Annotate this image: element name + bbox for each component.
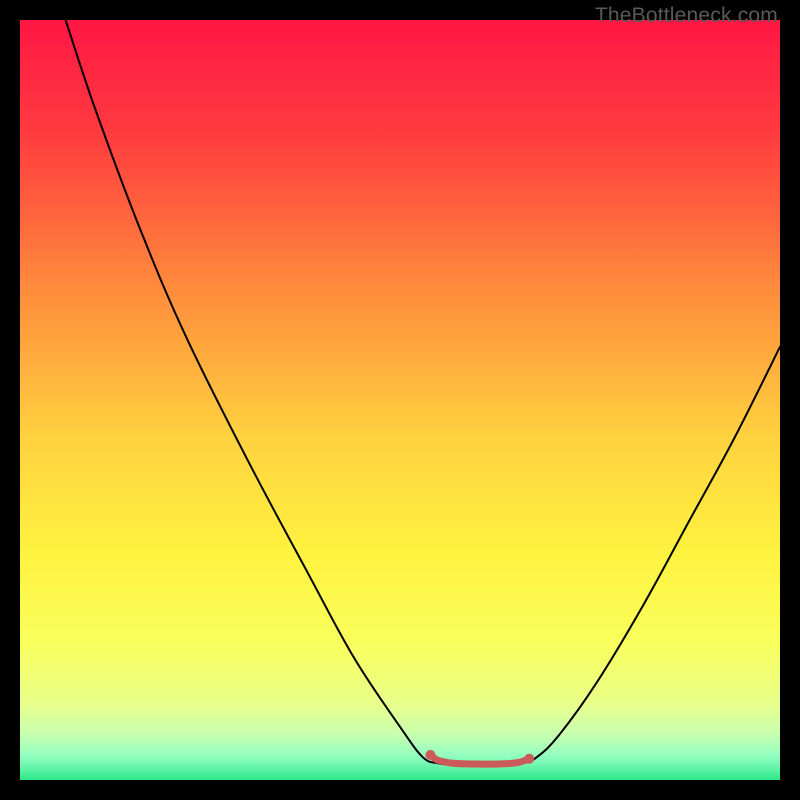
trough-marker-endpoint: [425, 750, 435, 760]
bottleneck-chart: [20, 20, 780, 780]
trough-marker-endpoint: [524, 754, 534, 764]
chart-frame: TheBottleneck.com: [0, 0, 800, 800]
gradient-background: [20, 20, 780, 780]
plot-area: [20, 20, 780, 780]
watermark-text: TheBottleneck.com: [595, 4, 778, 28]
